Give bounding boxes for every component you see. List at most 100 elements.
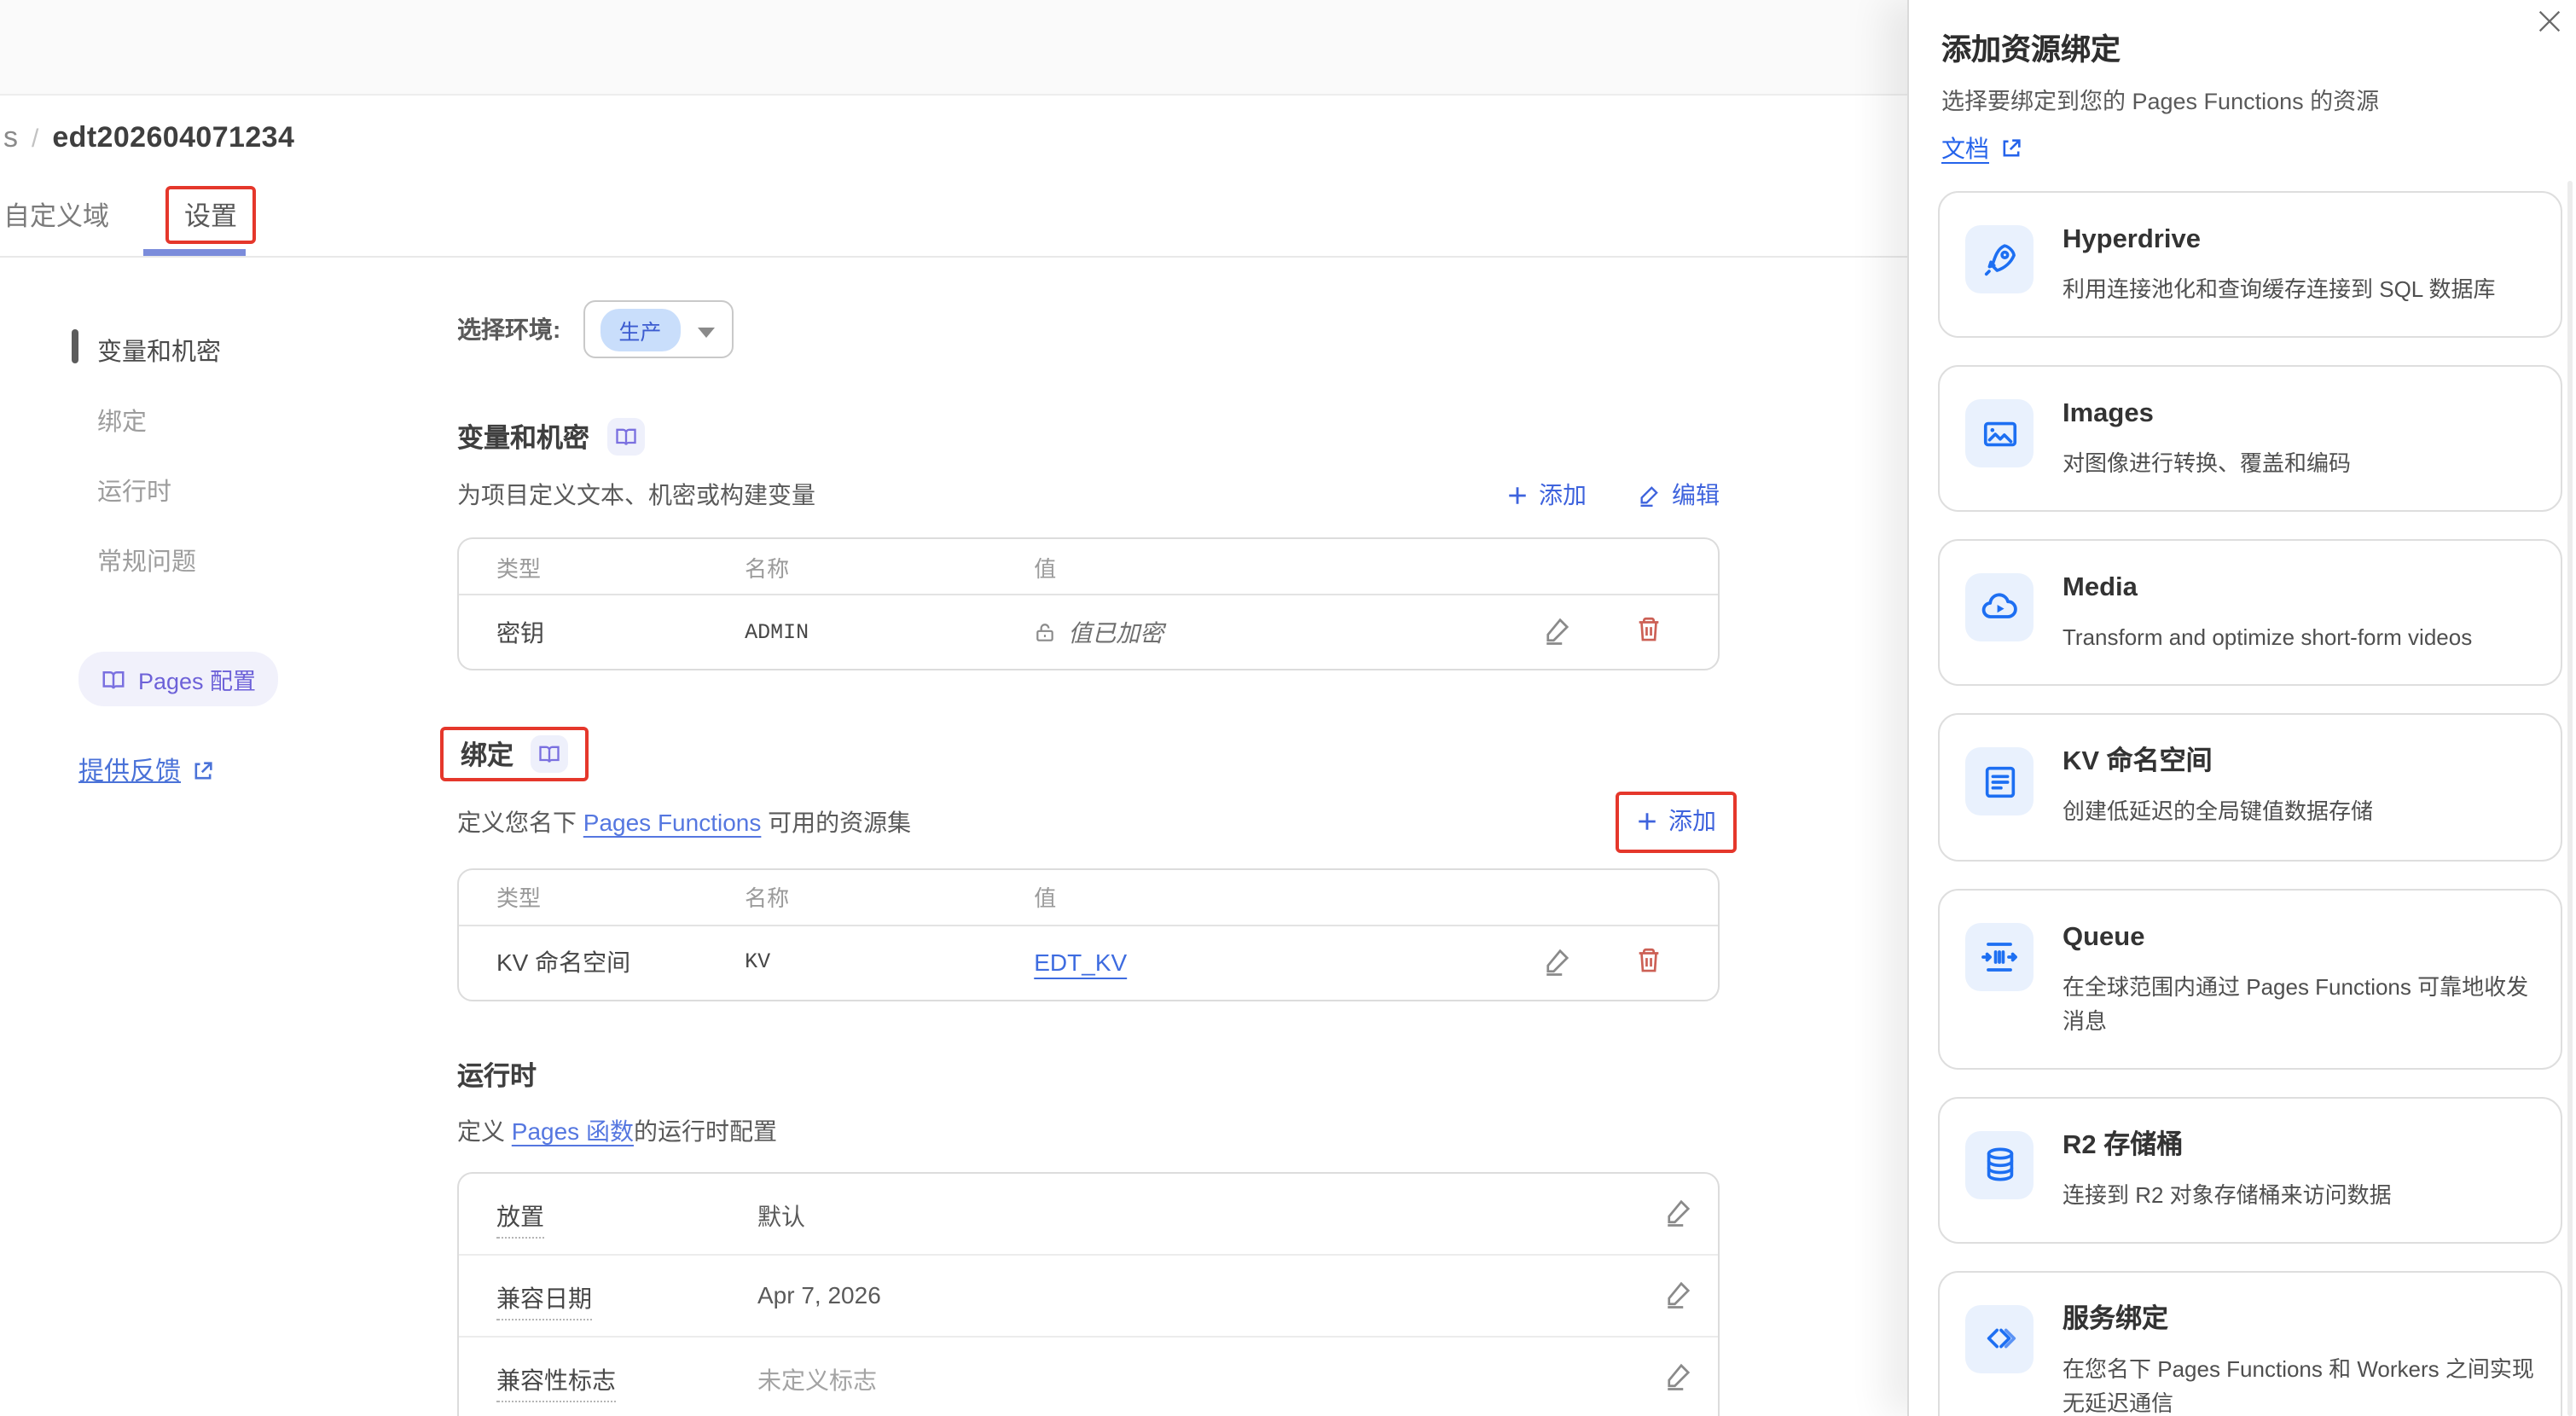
variables-section-header: 变量和机密 <box>457 418 1720 456</box>
settings-sidebar: 变量和机密 绑定 运行时 常规问题 Pages 配置 提供反馈 <box>72 328 413 788</box>
tab-custom-domains[interactable]: 自定义域 <box>3 196 109 234</box>
bindings-title-annotation: 绑定 <box>440 727 589 781</box>
edit-row-button[interactable] <box>1542 614 1573 645</box>
external-link-icon <box>191 758 215 782</box>
col-header-type: 类型 <box>459 539 745 595</box>
resource-name: 服务绑定 <box>2063 1302 2537 1339</box>
bindings-add-button[interactable]: 添加 <box>1636 804 1716 838</box>
pages-settings-screen: s / edt202604071234 自定义域 设置 变量和机密 绑定 运行时… <box>0 0 2576 1416</box>
secret-value-encrypted: 值已加密 <box>1068 615 1163 649</box>
delete-row-button[interactable] <box>1633 944 1662 975</box>
environment-select[interactable]: 生产 <box>583 300 733 358</box>
variables-section-title: 变量和机密 <box>457 418 589 456</box>
resource-card-kv-namespace[interactable]: KV 命名空间 创建低延迟的全局键值数据存储 <box>1938 714 2562 861</box>
edit-row-button[interactable] <box>1663 1195 1694 1226</box>
resource-card-queue[interactable]: Queue 在全球范围内通过 Pages Functions 可靠地收发消息 <box>1938 888 2562 1070</box>
runtime-row-compat-flags: 兼容性标志 未定义标志 <box>459 1337 1718 1416</box>
runtime-label: 放置 <box>496 1198 544 1238</box>
breadcrumb-project-name: edt202604071234 <box>52 121 294 155</box>
runtime-desc-row: 定义 Pages 函数的运行时配置 <box>457 1113 1720 1147</box>
pages-functions-link[interactable]: Pages Functions <box>583 809 762 836</box>
add-resource-binding-drawer: 添加资源绑定 选择要绑定到您的 Pages Functions 的资源 文档 H… <box>1907 0 2576 1416</box>
col-header-value: 值 <box>1034 869 1542 926</box>
resource-card-images[interactable]: Images 对图像进行转换、覆盖和编码 <box>1938 365 2562 512</box>
variables-edit-button[interactable]: 编辑 <box>1638 478 1720 512</box>
drawer-subtitle: 选择要绑定到您的 Pages Functions 的资源 <box>1941 82 2379 116</box>
bindings-add-annotation: 添加 <box>1616 792 1737 852</box>
cloud-play-icon <box>1965 574 2034 642</box>
bindings-desc-row: 定义您名下 Pages Functions 可用的资源集 添加 <box>457 800 1720 844</box>
runtime-value: 默认 <box>757 1198 805 1233</box>
resource-description: 连接到 R2 对象存储桶来访问数据 <box>2063 1179 2392 1213</box>
queue-icon <box>1965 922 2034 990</box>
plus-icon <box>1636 810 1658 832</box>
resource-card-media[interactable]: Media Transform and optimize short-form … <box>1938 540 2562 687</box>
sidebar-item-bindings[interactable]: 绑定 <box>72 398 413 444</box>
drawer-title: 添加资源绑定 <box>1941 27 2121 70</box>
resource-name: KV 命名空间 <box>2063 745 2373 782</box>
sidebar-item-general[interactable]: 常规问题 <box>72 537 413 583</box>
close-icon[interactable] <box>2535 7 2564 36</box>
bindings-description: 定义您名下 Pages Functions 可用的资源集 <box>457 805 911 839</box>
resource-description: 对图像进行转换、覆盖和编码 <box>2063 447 2351 481</box>
runtime-label: 兼容性标志 <box>496 1362 616 1401</box>
chevron-down-icon <box>697 328 714 338</box>
sidebar-item-variables[interactable]: 变量和机密 <box>72 328 413 374</box>
runtime-table: 放置 默认 兼容日期 Apr 7, 2026 兼容性标志 未定义标志 <box>457 1171 1720 1416</box>
table-row: KV 命名空间 KV EDT_KV <box>459 926 1718 999</box>
plus-icon <box>1506 484 1529 506</box>
variables-description: 为项目定义文本、机密或构建变量 <box>457 478 815 512</box>
sidebar-item-runtime[interactable]: 运行时 <box>72 467 413 514</box>
edit-row-button[interactable] <box>1663 1277 1694 1308</box>
binding-value-link[interactable]: EDT_KV <box>1034 949 1127 976</box>
bindings-table: 类型 名称 值 KV 命名空间 KV EDT_KV <box>457 868 1720 1001</box>
rocket-icon <box>1965 225 2034 293</box>
delete-row-button[interactable] <box>1633 614 1662 645</box>
docs-book-icon[interactable] <box>606 418 644 456</box>
pages-config-badge[interactable]: Pages 配置 <box>78 652 278 706</box>
docs-link[interactable]: 文档 <box>1941 131 2023 165</box>
panel-scrollbar[interactable] <box>2567 181 2573 1416</box>
resource-card-r2-bucket[interactable]: R2 存储桶 连接到 R2 对象存储桶来访问数据 <box>1938 1097 2562 1244</box>
binding-type: KV 命名空间 <box>459 926 745 999</box>
settings-content: 选择环境: 生产 变量和机密 为项目定义文本、机密或构建变量 添加 <box>457 300 1720 1416</box>
col-header-name: 名称 <box>745 869 1034 926</box>
breadcrumb-prefix[interactable]: s <box>3 121 18 155</box>
resource-card-service-binding[interactable]: 服务绑定 在您名下 Pages Functions 和 Workers 之间实现… <box>1938 1271 2562 1416</box>
secret-name: ADMIN <box>745 595 1034 669</box>
bindings-section-header: 绑定 <box>457 727 1720 781</box>
runtime-row-placement: 放置 默认 <box>459 1173 1718 1255</box>
resource-list: Hyperdrive 利用连接池化和查询缓存连接到 SQL 数据库 Images… <box>1938 191 2562 1416</box>
runtime-label: 兼容日期 <box>496 1280 592 1320</box>
feedback-link[interactable]: 提供反馈 <box>78 752 215 788</box>
bindings-section-title: 绑定 <box>461 735 513 773</box>
col-header-value: 值 <box>1034 539 1542 595</box>
variables-table: 类型 名称 值 密钥 ADMIN 值已加密 <box>457 537 1720 670</box>
tab-settings[interactable]: 设置 <box>165 186 256 244</box>
resource-card-hyperdrive[interactable]: Hyperdrive 利用连接池化和查询缓存连接到 SQL 数据库 <box>1938 191 2562 338</box>
runtime-value: Apr 7, 2026 <box>757 1280 881 1308</box>
docs-book-icon[interactable] <box>531 735 568 773</box>
pages-functions-link[interactable]: Pages 函数 <box>512 1117 634 1144</box>
resource-name: Media <box>2063 571 2472 608</box>
tab-bar-divider <box>0 255 1907 257</box>
runtime-row-compat-date: 兼容日期 Apr 7, 2026 <box>459 1255 1718 1337</box>
environment-row: 选择环境: 生产 <box>457 300 1720 358</box>
book-icon <box>101 666 126 692</box>
edit-row-button[interactable] <box>1663 1359 1694 1390</box>
variables-add-button[interactable]: 添加 <box>1506 478 1587 512</box>
variables-desc-row: 为项目定义文本、机密或构建变量 添加 编辑 <box>457 478 1720 512</box>
edit-row-button[interactable] <box>1542 944 1573 975</box>
feedback-label: 提供反馈 <box>78 752 181 788</box>
database-icon <box>1965 1131 2034 1199</box>
pages-config-label: Pages 配置 <box>138 662 256 696</box>
resource-name: Hyperdrive <box>2063 222 2496 259</box>
pencil-icon <box>1663 1195 1694 1226</box>
resource-description: 利用连接池化和查询缓存连接到 SQL 数据库 <box>2063 273 2496 307</box>
pencil-icon <box>1663 1359 1694 1390</box>
resource-description: 创建低延迟的全局键值数据存储 <box>2063 796 2373 830</box>
resource-description: Transform and optimize short-form videos <box>2063 622 2472 656</box>
resource-description: 在全球范围内通过 Pages Functions 可靠地收发消息 <box>2063 970 2537 1039</box>
runtime-section-title: 运行时 <box>457 1055 537 1093</box>
pencil-icon <box>1542 614 1573 645</box>
